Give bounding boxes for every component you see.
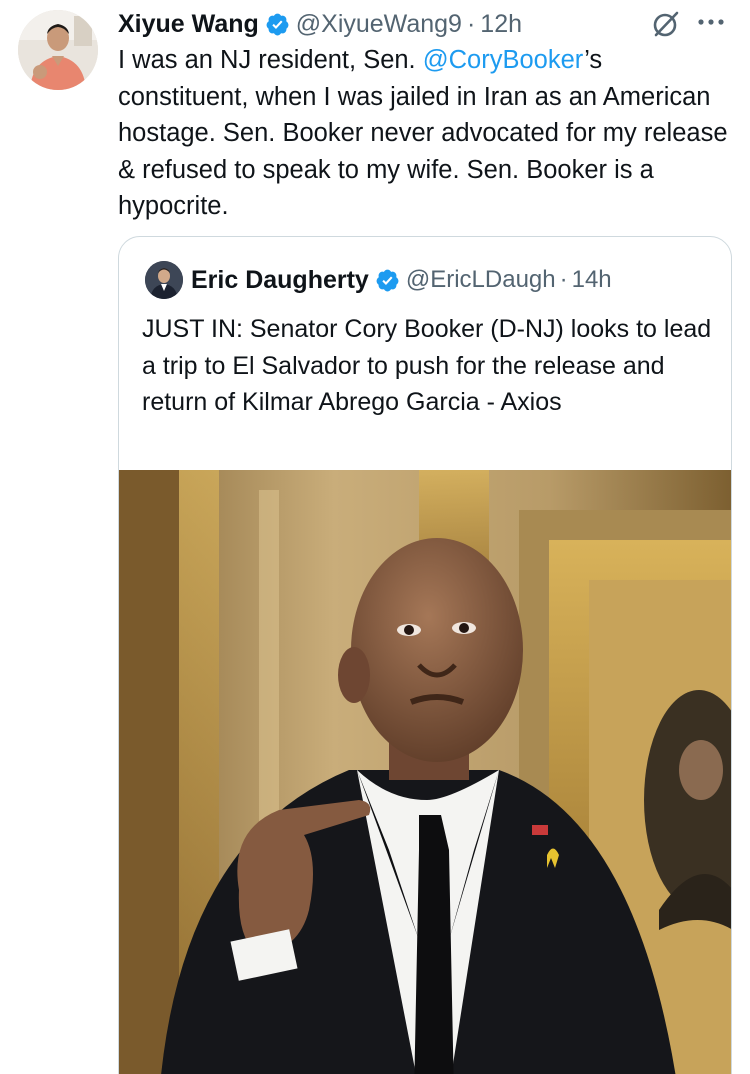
quoted-tweet-photo[interactable] [119, 470, 731, 1074]
author-name[interactable]: Xiyue Wang [118, 10, 259, 39]
verified-badge-icon [375, 268, 400, 293]
quoted-tweet-text: JUST IN: Senator Cory Booker (D-NJ) look… [142, 315, 712, 416]
tweet-timestamp[interactable]: 12h [480, 10, 522, 39]
author-avatar-image [18, 10, 98, 90]
grok-icon[interactable] [650, 8, 682, 40]
photo-image [119, 470, 731, 1074]
more-options-icon[interactable] [694, 12, 728, 32]
author-handle[interactable]: @XiyueWang9 [296, 10, 462, 39]
tweet-header: Xiyue Wang @XiyueWang9 · 12h [118, 6, 522, 42]
quoted-tweet-timestamp[interactable]: 14h [572, 266, 612, 294]
quoted-tweet-header: Eric Daugherty @EricLDaugh · 14h [191, 261, 612, 299]
quoted-tweet-card[interactable]: Eric Daugherty @EricLDaugh · 14h JUST IN… [118, 236, 732, 1074]
mention-link[interactable]: @CoryBooker [423, 46, 584, 74]
separator-dot: · [466, 9, 476, 38]
tweet-text-part1: I was an NJ resident, Sen. [118, 46, 423, 74]
verified-badge-icon [265, 12, 290, 37]
quoted-author-handle[interactable]: @EricLDaugh [406, 266, 556, 294]
quoted-author-avatar[interactable] [145, 261, 183, 299]
quoted-author-avatar-image [145, 261, 183, 299]
quoted-author-name[interactable]: Eric Daugherty [191, 266, 369, 295]
tweet-text: I was an NJ resident, Sen. @CoryBooker’s… [118, 42, 733, 225]
author-avatar[interactable] [18, 10, 98, 90]
separator-dot: · [559, 266, 568, 293]
